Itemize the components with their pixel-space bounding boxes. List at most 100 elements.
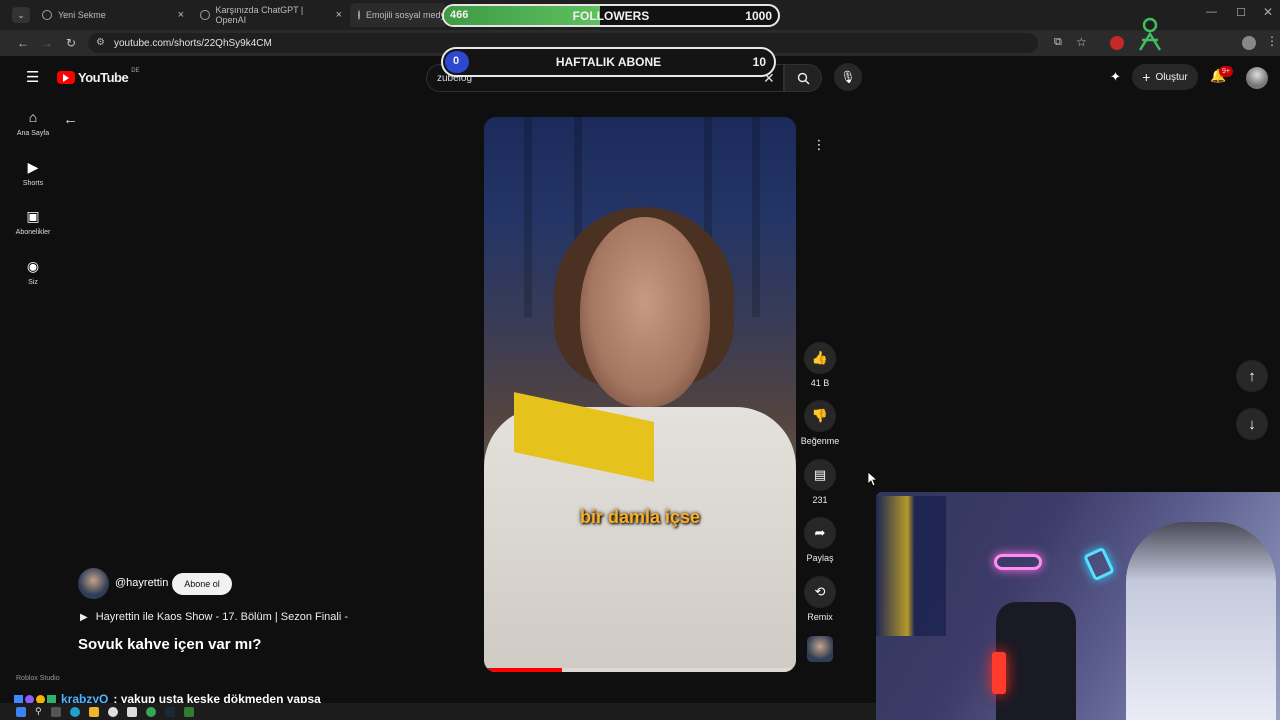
subscribe-label: Abone ol: [184, 579, 220, 589]
short-title: Sovuk kahve içen var mı?: [78, 636, 262, 653]
chrome-alt-icon[interactable]: [145, 706, 156, 717]
person-face: [580, 217, 710, 407]
edge-icon[interactable]: [69, 706, 80, 717]
dislike-button[interactable]: 👎 Beğenme: [800, 400, 840, 446]
close-window-button[interactable]: ✕: [1263, 5, 1273, 19]
install-icon[interactable]: ⧉: [1054, 36, 1062, 49]
reload-icon[interactable]: ↻: [61, 33, 81, 53]
like-count: 41 B: [810, 378, 830, 388]
start-icon[interactable]: [16, 706, 26, 717]
taskbar-app-label: Roblox Studio: [16, 675, 60, 682]
comment-icon: ▤: [804, 459, 836, 491]
sidebar-item-label: Siz: [28, 279, 38, 286]
subscriptions-icon: ▣: [26, 208, 40, 224]
tab-chatgpt[interactable]: Karşınızda ChatGPT | OpenAI ×: [192, 3, 350, 27]
neon-controller-sign: [994, 554, 1042, 570]
youtube-play-icon: [57, 71, 75, 84]
maximize-button[interactable]: ☐: [1236, 6, 1246, 19]
previous-short-button[interactable]: ↑: [1236, 360, 1268, 392]
like-button[interactable]: 👍 41 B: [800, 342, 840, 388]
tab-title: Karşınızda ChatGPT | OpenAI: [215, 5, 304, 25]
search-button[interactable]: [784, 64, 822, 92]
notification-badge: 9+: [1219, 66, 1233, 77]
video-progress-fill: [484, 668, 562, 672]
globe-icon: [42, 10, 52, 20]
taskbar: ⚲: [0, 703, 876, 720]
weekly-subscriber-goal-bar: 0 HAFTALIK ABONE 10: [441, 47, 776, 77]
hamburger-menu-icon[interactable]: ☰: [26, 68, 39, 86]
comments-button[interactable]: ▤ 231: [800, 459, 840, 505]
globe-icon: [358, 10, 360, 20]
account-avatar[interactable]: [1246, 67, 1268, 89]
short-video-player[interactable]: bir damla içse: [484, 117, 796, 672]
home-icon: ⌂: [28, 109, 38, 125]
next-short-button[interactable]: ↓: [1236, 408, 1268, 440]
thumbs-up-icon: 👍: [804, 342, 836, 374]
plus-icon: +: [1142, 69, 1151, 85]
followers-goal-bar: 466 FOLLOWERS 1000: [442, 4, 780, 27]
share-label: Paylaş: [806, 553, 834, 563]
shorts-icon: ▶: [27, 159, 39, 175]
forward-icon[interactable]: →: [37, 33, 57, 53]
search-icon[interactable]: ⚲: [35, 706, 42, 717]
site-info-icon[interactable]: ⚙: [96, 37, 105, 48]
create-button[interactable]: + Oluştur: [1132, 64, 1198, 90]
extension-icon[interactable]: [1110, 36, 1124, 50]
followers-goal: 1000: [745, 9, 772, 23]
sidebar-item-label: Abonelikler: [15, 229, 51, 236]
back-arrow-icon[interactable]: ←: [63, 111, 78, 128]
curtain-stripe: [524, 117, 532, 317]
badge-count: 9+: [1222, 68, 1230, 75]
share-arrow-icon: ➦: [804, 517, 836, 549]
sidebar-item-you[interactable]: ◉ Siz: [6, 257, 60, 286]
video-caption: bir damla içse: [579, 507, 701, 527]
browser-menu-icon[interactable]: ⋮: [1266, 34, 1278, 48]
chrome-icon[interactable]: [107, 706, 118, 717]
weekly-label: HAFTALIK ABONE: [555, 55, 662, 69]
followers-label: FOLLOWERS: [572, 9, 650, 23]
scarf-banner: [876, 496, 946, 636]
task-view-icon[interactable]: [50, 706, 61, 717]
back-icon[interactable]: ←: [13, 33, 33, 53]
channel-handle[interactable]: @hayrettin: [115, 577, 168, 589]
tab-search-button[interactable]: ⌄: [12, 7, 30, 23]
tab-title: Yeni Sekme: [58, 10, 106, 20]
minimize-button[interactable]: —: [1206, 6, 1217, 18]
explorer-icon[interactable]: [88, 706, 99, 717]
playlist-link[interactable]: ▶ Hayrettin ile Kaos Show - 17. Bölüm | …: [80, 611, 348, 623]
youtube-logo[interactable]: YouTube DE: [57, 67, 140, 85]
steam-icon[interactable]: [164, 706, 175, 717]
audio-thumbnail[interactable]: [807, 636, 833, 662]
close-icon[interactable]: ×: [178, 9, 184, 21]
subscribe-button[interactable]: Abone ol: [172, 573, 232, 595]
video-progress-bar[interactable]: [484, 668, 796, 672]
gaming-chair: [996, 602, 1076, 720]
create-ai-icon[interactable]: ✦: [1110, 69, 1121, 85]
tab-emoji[interactable]: Emojili sosyal medya: [350, 3, 446, 27]
share-button[interactable]: ➦ Paylaş: [800, 517, 840, 563]
obs-icon[interactable]: [183, 706, 194, 717]
sidebar-item-subscriptions[interactable]: ▣ Abonelikler: [6, 207, 60, 236]
webcam-feed: [876, 492, 1280, 720]
app-icon[interactable]: [126, 706, 137, 717]
region-code: DE: [131, 67, 140, 74]
mascot-logo-icon: [1136, 16, 1164, 52]
close-icon[interactable]: ×: [336, 9, 342, 21]
dislike-label: Beğenme: [800, 436, 840, 446]
thumbs-down-icon: 👎: [804, 400, 836, 432]
more-options-button[interactable]: ⋮: [804, 130, 834, 160]
remix-button[interactable]: ⟲ Remix: [800, 576, 840, 622]
remix-icon: ⟲: [804, 576, 836, 608]
sidebar-item-home[interactable]: ⌂ Ana Sayfa: [6, 108, 60, 137]
voice-search-button[interactable]: 🎙: [834, 63, 862, 91]
channel-avatar[interactable]: [78, 568, 109, 599]
bookmark-star-icon[interactable]: ☆: [1076, 35, 1087, 49]
sidebar-item-shorts[interactable]: ▶ Shorts: [6, 158, 60, 187]
remix-label: Remix: [807, 612, 833, 622]
streamer-figure: [1126, 522, 1276, 720]
profile-avatar-browser[interactable]: [1242, 36, 1256, 50]
curtain-stripe: [752, 117, 760, 317]
microphone-light: [992, 652, 1006, 694]
tab-new-tab[interactable]: Yeni Sekme ×: [34, 3, 192, 27]
neon-lightning-sign: [1083, 546, 1115, 582]
